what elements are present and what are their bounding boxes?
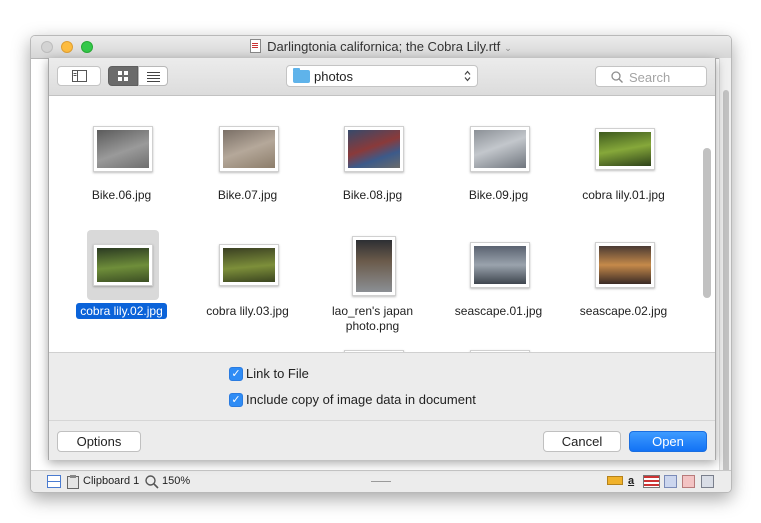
file-name: cobra lily.02.jpg <box>76 303 167 319</box>
magnifier-icon[interactable] <box>145 475 159 492</box>
checkmark-icon: ✓ <box>231 368 241 380</box>
file-thumbnail[interactable] <box>93 126 153 172</box>
location-popup[interactable]: photos <box>286 65 478 87</box>
location-label: photos <box>314 69 354 84</box>
open-panel-sheet: photos Search Bike.06.jpg Bike.07.jpg Bi… <box>48 58 716 460</box>
document-scrollbar[interactable] <box>719 58 731 490</box>
clipboard-icon[interactable] <box>67 475 79 492</box>
chevron-down-icon: ⌄ <box>504 43 512 53</box>
file-thumbnail[interactable] <box>219 126 279 172</box>
search-input[interactable]: Search <box>595 66 707 87</box>
file-name-selected[interactable]: cobra lily.02.jpg <box>59 303 184 319</box>
sidebar-toggle-button[interactable] <box>57 66 101 86</box>
file-name[interactable]: lao_ren's japan photo.png <box>310 304 435 334</box>
file-thumbnail[interactable] <box>352 236 396 296</box>
search-placeholder: Search <box>629 70 671 85</box>
panel-icon[interactable] <box>701 475 714 491</box>
rtf-document-icon <box>250 39 262 53</box>
search-icon <box>611 71 623 83</box>
scroll-thumb[interactable] <box>723 90 729 490</box>
file-name[interactable]: Bike.07.jpg <box>185 188 310 203</box>
file-browser-scroll-thumb[interactable] <box>703 148 711 298</box>
flag-icon[interactable] <box>643 475 660 491</box>
stamp-icon[interactable] <box>682 475 695 491</box>
zoom-level[interactable]: 150% <box>162 475 190 487</box>
cancel-button[interactable]: Cancel <box>543 431 621 452</box>
open-button[interactable]: Open <box>629 431 707 452</box>
sheet-button-bar: Options Cancel Open <box>49 420 715 460</box>
file-thumbnail[interactable] <box>470 242 530 288</box>
window-title-text: Darlingtonia californica; the Cobra Lily… <box>267 39 501 54</box>
status-bar: Clipboard 1 150% a <box>31 470 731 492</box>
folder-icon <box>293 68 310 83</box>
link-to-file-checkbox[interactable]: ✓ <box>229 367 243 381</box>
file-name[interactable]: seascape.01.jpg <box>436 304 561 319</box>
text-style-icon[interactable]: a <box>628 475 634 487</box>
file-thumbnail[interactable] <box>93 244 153 286</box>
file-name[interactable]: Bike.08.jpg <box>310 188 435 203</box>
sidebar-icon <box>72 70 87 82</box>
file-name[interactable]: cobra lily.03.jpg <box>185 304 310 319</box>
file-name[interactable]: Bike.06.jpg <box>59 188 184 203</box>
file-thumbnail[interactable] <box>595 128 655 170</box>
list-view-button[interactable] <box>138 66 168 86</box>
checkmark-icon: ✓ <box>231 394 241 406</box>
icon-view-icon <box>118 71 128 81</box>
include-copy-label[interactable]: Include copy of image data in document <box>246 392 476 407</box>
updown-chevron-icon <box>464 70 471 82</box>
file-thumbnail[interactable] <box>470 126 530 172</box>
sheet-toolbar: photos Search <box>49 58 715 96</box>
options-button[interactable]: Options <box>57 431 141 452</box>
inspector-icon[interactable] <box>664 475 677 491</box>
page-layout-icon[interactable] <box>47 475 61 491</box>
file-browser[interactable]: Bike.06.jpg Bike.07.jpg Bike.08.jpg Bike… <box>49 96 715 352</box>
file-name[interactable]: Bike.09.jpg <box>436 188 561 203</box>
include-copy-checkbox[interactable]: ✓ <box>229 393 243 407</box>
link-to-file-label[interactable]: Link to File <box>246 366 309 381</box>
file-thumbnail[interactable] <box>595 242 655 288</box>
ruler-icon[interactable] <box>607 476 623 488</box>
resize-divider <box>371 481 391 482</box>
clipboard-label[interactable]: Clipboard 1 <box>83 475 139 487</box>
file-thumbnail[interactable] <box>219 244 279 286</box>
import-options: ✓ Link to File ✓ Include copy of image d… <box>49 352 715 421</box>
list-view-icon <box>147 72 160 82</box>
icon-view-button[interactable] <box>108 66 138 86</box>
title-bar: Darlingtonia californica; the Cobra Lily… <box>31 36 731 59</box>
file-thumbnail[interactable] <box>344 126 404 172</box>
file-name[interactable]: cobra lily.01.jpg <box>561 188 686 203</box>
file-name[interactable]: seascape.02.jpg <box>561 304 686 319</box>
window-title[interactable]: Darlingtonia californica; the Cobra Lily… <box>31 36 731 58</box>
